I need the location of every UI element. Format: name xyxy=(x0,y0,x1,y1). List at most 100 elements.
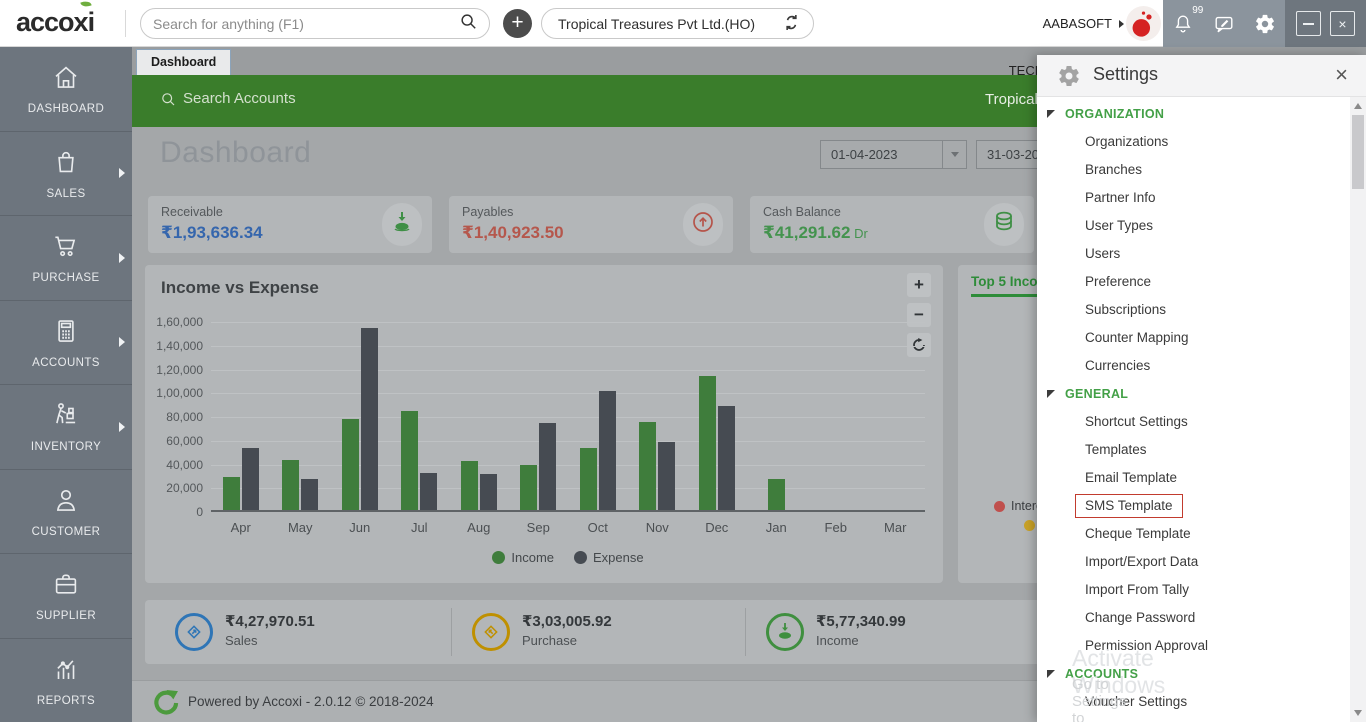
chart-plot-area xyxy=(211,322,925,512)
sidebar-item-reports[interactable]: REPORTS xyxy=(0,639,132,722)
section-label: ACCOUNTS xyxy=(1065,667,1138,681)
accoxi-logo: accoxi xyxy=(16,7,94,38)
settings-item-templates[interactable]: Templates xyxy=(1037,436,1350,464)
y-tick-label: 1,00,000 xyxy=(156,386,203,400)
sidebar-item-sales[interactable]: SALES xyxy=(0,132,132,217)
bar-group-feb xyxy=(806,320,866,510)
settings-item-counter-mapping[interactable]: Counter Mapping xyxy=(1037,324,1350,352)
minimize-button[interactable] xyxy=(1296,11,1321,36)
settings-panel: Settings × ORGANIZATIONOrganizationsBran… xyxy=(1037,55,1366,722)
scroll-thumb[interactable] xyxy=(1352,115,1364,189)
legend-label: Income xyxy=(511,550,554,565)
settings-gear-icon[interactable] xyxy=(1252,11,1278,37)
bar-group-jun xyxy=(330,320,390,510)
company-selector[interactable]: Tropical Treasures Pvt Ltd.(HO) xyxy=(541,8,814,39)
settings-section-organization[interactable]: ORGANIZATION xyxy=(1037,100,1350,128)
feedback-button[interactable] xyxy=(1211,11,1237,37)
settings-item-partner-info[interactable]: Partner Info xyxy=(1037,184,1350,212)
y-tick-label: 1,20,000 xyxy=(156,363,203,377)
legend-label: Expense xyxy=(593,550,644,565)
chevron-right-icon xyxy=(119,253,125,263)
settings-item-subscriptions[interactable]: Subscriptions xyxy=(1037,296,1350,324)
x-tick-label: Dec xyxy=(687,520,747,535)
global-search[interactable] xyxy=(140,8,490,39)
expense-bar xyxy=(539,423,556,510)
notifications-button[interactable]: 99 xyxy=(1170,11,1196,37)
settings-scrollbar[interactable] xyxy=(1350,97,1366,722)
expense-bar xyxy=(301,479,318,510)
divider xyxy=(451,608,452,656)
settings-section-accounts[interactable]: ACCOUNTS xyxy=(1037,660,1350,688)
expense-bar xyxy=(480,474,497,510)
global-search-input[interactable] xyxy=(153,16,459,32)
settings-section-general[interactable]: GENERAL xyxy=(1037,380,1350,408)
gear-icon xyxy=(1057,64,1081,93)
settings-item-user-types[interactable]: User Types xyxy=(1037,212,1350,240)
avatar[interactable] xyxy=(1126,6,1161,41)
sidebar-item-accounts[interactable]: ACCOUNTS xyxy=(0,301,132,386)
kpi-card-receivable: Receivable ₹1,93,636.34 xyxy=(148,196,432,253)
settings-item-shortcut-settings[interactable]: Shortcut Settings xyxy=(1037,408,1350,436)
income-bar xyxy=(401,411,418,510)
close-button[interactable]: × xyxy=(1330,11,1355,36)
settings-item-import-from-tally[interactable]: Import From Tally xyxy=(1037,576,1350,604)
income-bar xyxy=(580,448,597,510)
y-tick-label: 1,60,000 xyxy=(156,315,203,329)
y-tick-label: 40,000 xyxy=(166,458,203,472)
income-bar xyxy=(461,461,478,510)
add-new-button[interactable]: + xyxy=(503,9,532,38)
settings-item-branches[interactable]: Branches xyxy=(1037,156,1350,184)
account-name[interactable]: AABASOFT TECHNOLOGIES xyxy=(940,0,1112,47)
settings-item-email-template[interactable]: Email Template xyxy=(1037,464,1350,492)
sidebar-item-customer[interactable]: CUSTOMER xyxy=(0,470,132,555)
settings-item-voucher-settings[interactable]: Voucher Settings xyxy=(1037,688,1350,716)
settings-item-permission-approval[interactable]: Permission Approval xyxy=(1037,632,1350,660)
total-label: Sales xyxy=(225,633,258,648)
settings-item-cheque-template[interactable]: Cheque Template xyxy=(1037,520,1350,548)
search-icon[interactable] xyxy=(459,12,477,35)
sidebar-item-supplier[interactable]: SUPPLIER xyxy=(0,554,132,639)
expense-bar xyxy=(361,328,378,510)
sidebar-item-inventory[interactable]: INVENTORY xyxy=(0,385,132,470)
settings-item-import-export-data[interactable]: Import/Export Data xyxy=(1037,548,1350,576)
expanded-triangle-icon[interactable] xyxy=(1047,390,1055,398)
chart-title: Income vs Expense xyxy=(161,278,319,298)
switch-company-icon[interactable] xyxy=(782,13,801,35)
section-label: GENERAL xyxy=(1065,387,1128,401)
bar-group-jul xyxy=(390,320,450,510)
x-tick-label: Jul xyxy=(390,520,450,535)
totals-strip: ₹4,27,970.51 Sales ₹3,03,005.92 Purchase… xyxy=(145,600,1155,664)
settings-item-currencies[interactable]: Currencies xyxy=(1037,352,1350,380)
sidebar-item-label: PURCHASE xyxy=(32,272,99,284)
y-tick-label: 0 xyxy=(196,505,203,519)
tab-dashboard[interactable]: Dashboard xyxy=(136,49,231,75)
settings-item-users[interactable]: Users xyxy=(1037,240,1350,268)
zoom-in-button[interactable]: + xyxy=(907,273,931,297)
settings-item-organizations[interactable]: Organizations xyxy=(1037,128,1350,156)
x-tick-label: Jan xyxy=(747,520,807,535)
settings-close-icon[interactable]: × xyxy=(1335,62,1348,88)
kpi-value: ₹1,93,636.34 xyxy=(161,223,263,243)
legend-item-expense: Expense xyxy=(574,550,644,565)
settings-item-change-password[interactable]: Change Password xyxy=(1037,604,1350,632)
expanded-triangle-icon[interactable] xyxy=(1047,110,1055,118)
account-caret-icon xyxy=(1119,20,1124,28)
settings-item-sms-template[interactable]: SMS Template xyxy=(1037,492,1350,520)
settings-item-preference[interactable]: Preference xyxy=(1037,268,1350,296)
scroll-up-icon[interactable] xyxy=(1354,103,1362,109)
total-value: ₹5,77,340.99 xyxy=(816,612,906,630)
scroll-down-icon[interactable] xyxy=(1354,710,1362,716)
sidebar-item-dashboard[interactable]: DASHBOARD xyxy=(0,47,132,132)
chevron-right-icon xyxy=(119,337,125,347)
date-from-input[interactable]: 01-04-2023 xyxy=(820,140,967,169)
expense-bar xyxy=(599,391,616,510)
sidebar-item-label: SUPPLIER xyxy=(36,610,96,622)
accoxi-footer-logo xyxy=(152,689,179,716)
expanded-triangle-icon[interactable] xyxy=(1047,670,1055,678)
hand-truck-icon xyxy=(51,400,81,435)
sidebar-item-purchase[interactable]: PURCHASE xyxy=(0,216,132,301)
date-from-dropdown[interactable] xyxy=(942,141,966,168)
page-title: Dashboard xyxy=(160,136,311,170)
legend-dot xyxy=(574,551,587,564)
footer-text: Powered by Accoxi - 2.0.12 © 2018-2024 xyxy=(188,694,434,709)
